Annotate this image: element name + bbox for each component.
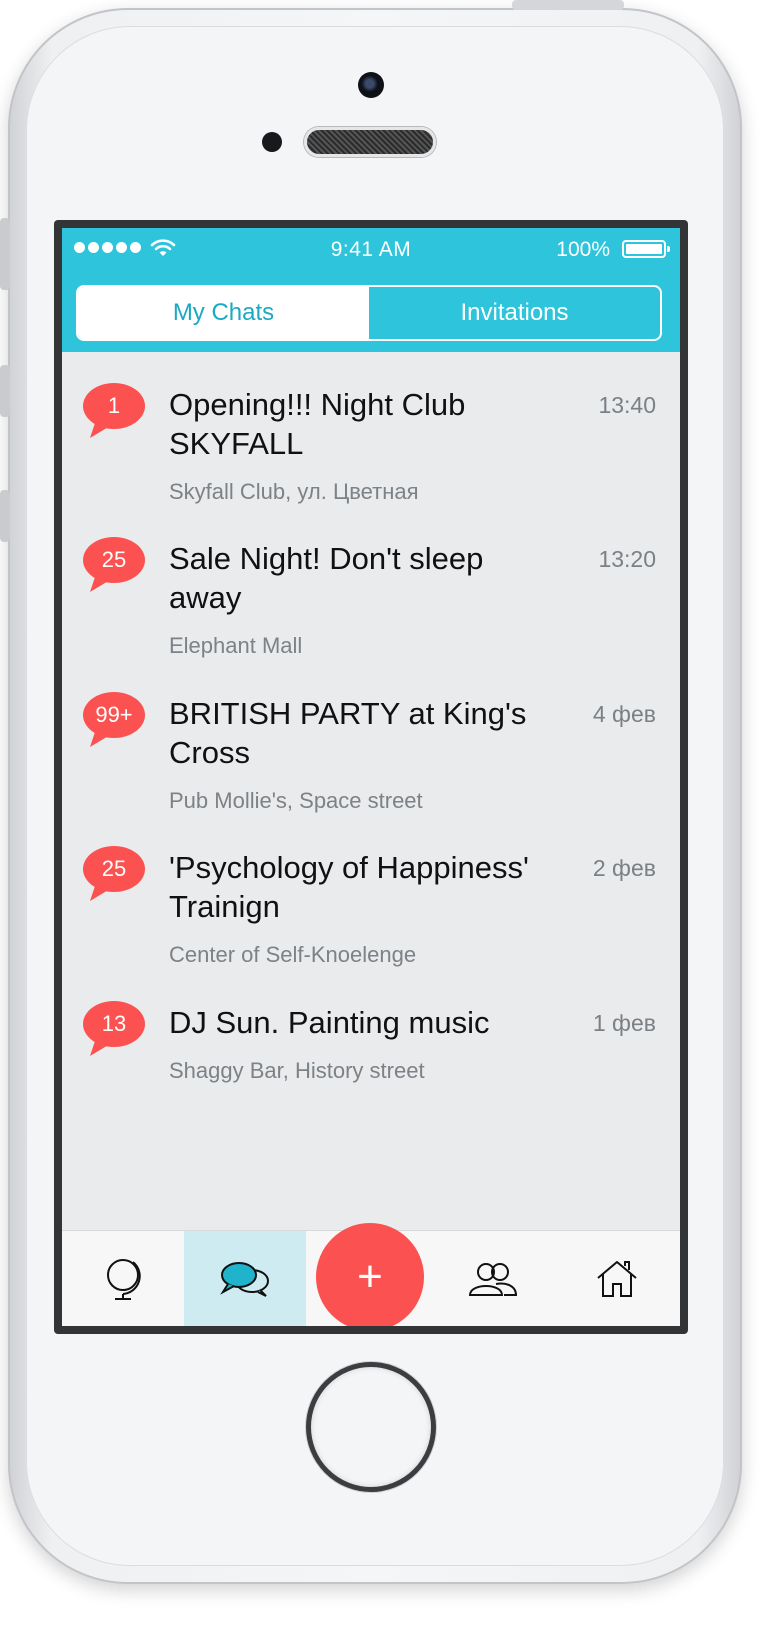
power-button [512, 0, 624, 10]
add-button[interactable]: + [316, 1223, 424, 1326]
unread-count: 99+ [95, 702, 133, 727]
volume-down-button [0, 490, 10, 542]
app-header: 9:41 AM 100% My Chats Invitations [62, 228, 680, 352]
proximity-sensor [262, 132, 282, 152]
chat-content: 'Psychology of Happiness' Trainign Cente… [169, 815, 656, 968]
unread-badge: 13 [82, 1000, 145, 1056]
screen-bezel: 9:41 AM 100% My Chats Invitations 1 Open… [54, 220, 688, 1334]
chat-time: 13:40 [598, 392, 656, 418]
chat-time: 4 фев [592, 701, 656, 727]
chat-list-item[interactable]: 99+ BRITISH PARTY at King's Cross Pub Mo… [62, 661, 680, 815]
unread-count: 1 [107, 393, 121, 418]
chat-content: DJ Sun. Painting music Shaggy Bar, Histo… [169, 970, 656, 1084]
chat-location: Skyfall Club, ул. Цветная [169, 479, 419, 504]
unread-badge: 99+ [82, 691, 145, 747]
people-icon [468, 1263, 518, 1296]
tab-my-chats[interactable]: My Chats [78, 287, 369, 339]
tab-home[interactable] [556, 1231, 678, 1326]
chat-location: Shaggy Bar, History street [169, 1058, 425, 1083]
unread-badge: 1 [82, 382, 145, 438]
globe-icon [107, 1259, 141, 1300]
chat-list-item[interactable]: 25 Sale Night! Don't sleep away Elephant… [62, 506, 680, 661]
battery-icon [622, 240, 670, 258]
chats-icon [220, 1262, 269, 1297]
chat-title: 'Psychology of Happiness' Trainign [169, 850, 529, 924]
chats-segmented-control: My Chats Invitations [76, 285, 662, 341]
chat-list: 1 Opening!!! Night Club SKYFALL Skyfall … [62, 352, 680, 1086]
chat-title: DJ Sun. Painting music [169, 1005, 490, 1040]
battery-percentage: 100% [556, 238, 610, 261]
tab-explore[interactable] [62, 1231, 184, 1326]
home-icon [597, 1261, 637, 1297]
chat-time: 13:20 [598, 546, 656, 572]
volume-up-button [0, 365, 10, 417]
chat-list-item[interactable]: 25 'Psychology of Happiness' Trainign Ce… [62, 815, 680, 970]
unread-count: 25 [101, 547, 127, 572]
unread-badge: 25 [82, 536, 145, 592]
home-button[interactable] [306, 1362, 436, 1492]
front-camera [358, 72, 384, 98]
tab-friends[interactable] [432, 1231, 554, 1326]
chat-location: Elephant Mall [169, 633, 303, 658]
chat-content: BRITISH PARTY at King's Cross Pub Mollie… [169, 661, 656, 814]
chat-content: Opening!!! Night Club SKYFALL Skyfall Cl… [169, 352, 656, 505]
tab-invitations[interactable]: Invitations [369, 287, 660, 339]
chat-title: Opening!!! Night Club SKYFALL [169, 387, 466, 461]
status-bar: 9:41 AM 100% [62, 228, 680, 272]
app-display: 9:41 AM 100% My Chats Invitations 1 Open… [62, 228, 680, 1326]
unread-count: 13 [101, 1011, 127, 1036]
unread-badge: 25 [82, 845, 145, 901]
chat-location: Center of Self-Knoelenge [169, 942, 417, 967]
add-icon: + [357, 1252, 383, 1301]
chat-list-item[interactable]: 1 Opening!!! Night Club SKYFALL Skyfall … [62, 352, 680, 506]
chat-list-item[interactable]: 13 DJ Sun. Painting music Shaggy Bar, Hi… [62, 970, 680, 1086]
mute-switch [0, 218, 10, 290]
tab-chats[interactable] [184, 1231, 306, 1326]
chat-location: Pub Mollie's, Space street [169, 788, 423, 813]
chat-time: 1 фев [592, 1010, 656, 1036]
chat-title: Sale Night! Don't sleep away [169, 541, 484, 615]
earpiece-speaker [304, 127, 436, 157]
unread-count: 25 [101, 856, 127, 881]
chat-content: Sale Night! Don't sleep away Elephant Ma… [169, 506, 656, 659]
bottom-tab-bar: + [62, 1223, 680, 1326]
chat-time: 2 фев [592, 855, 656, 881]
chat-title: BRITISH PARTY at King's Cross [169, 696, 527, 770]
